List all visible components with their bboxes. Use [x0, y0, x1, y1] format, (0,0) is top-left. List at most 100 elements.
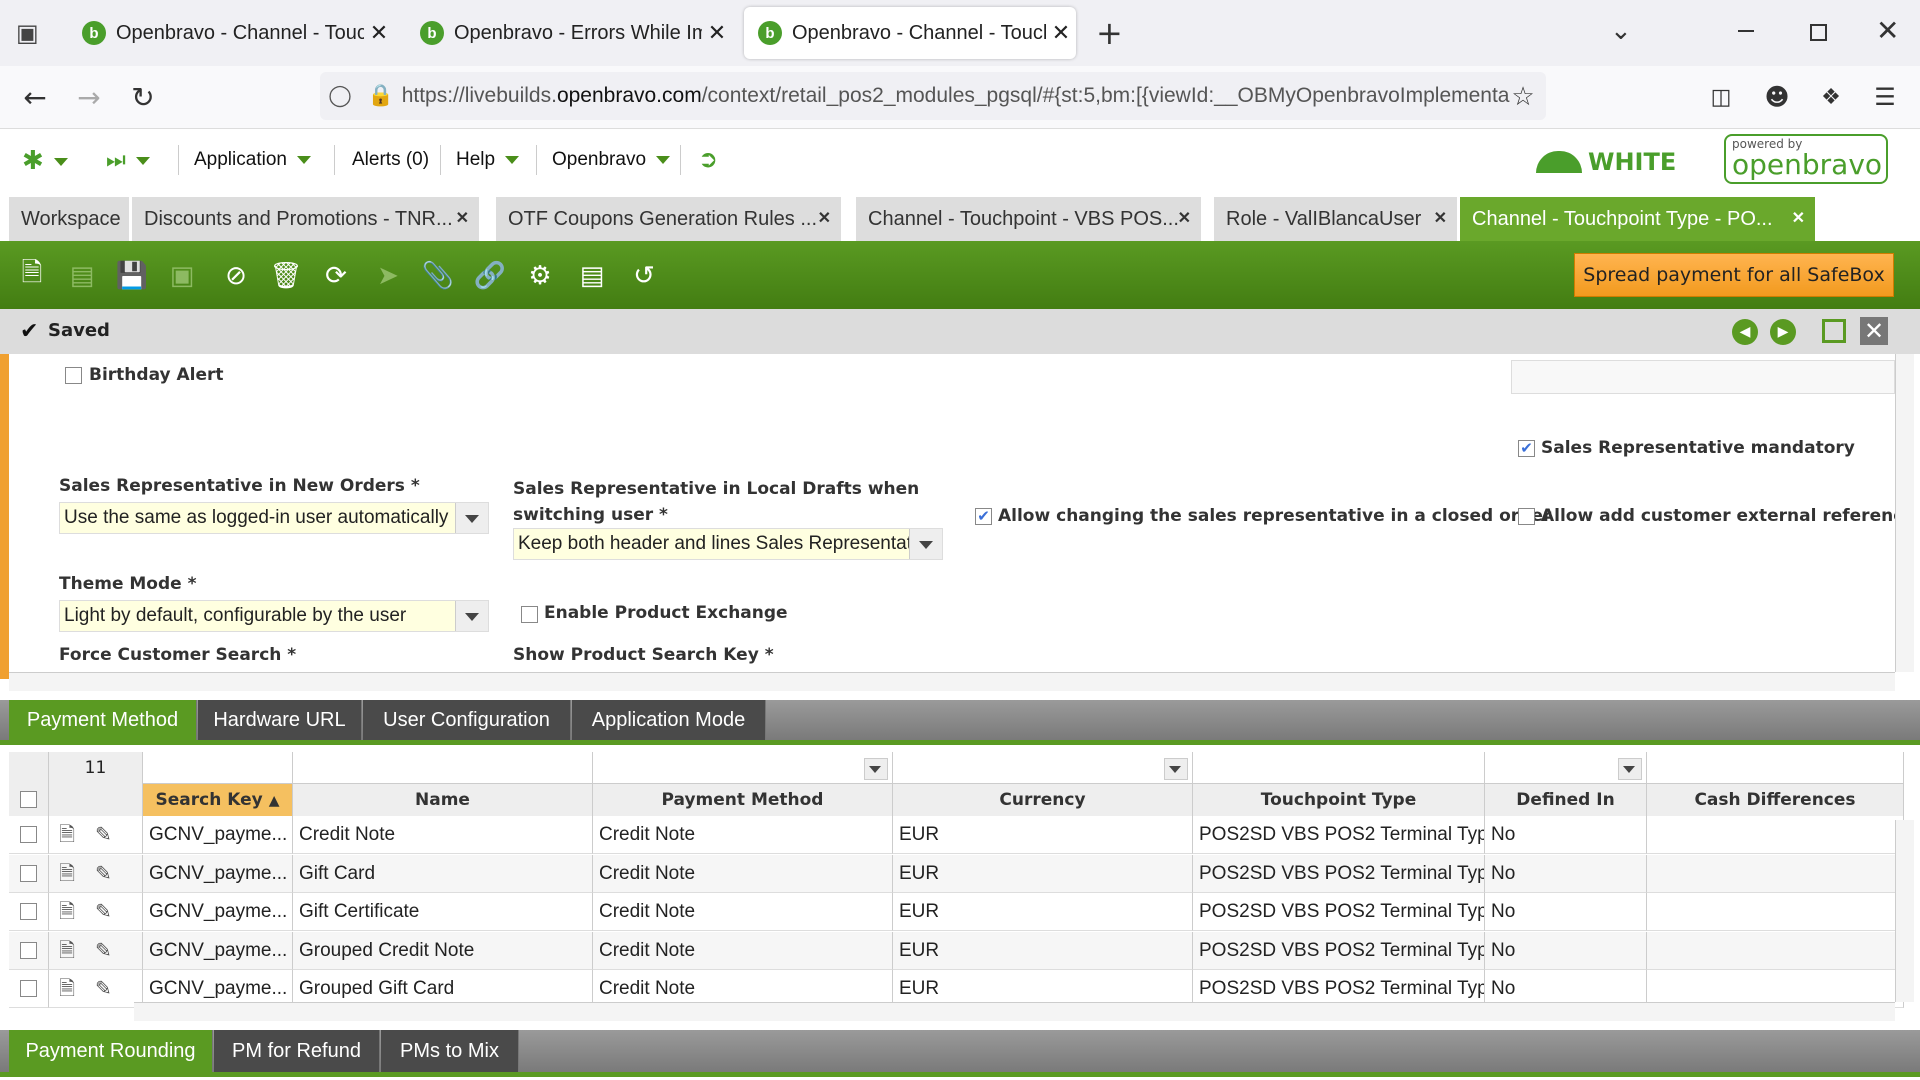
tab-channel-touchpoint-type[interactable]: Channel - Touchpoint Type - PO... ✕: [1460, 197, 1816, 241]
browser-tab-active[interactable]: b Openbravo - Channel - Touchpo ✕: [744, 7, 1076, 59]
tab-otf-coupons[interactable]: OTF Coupons Generation Rules ... ✕: [496, 197, 842, 241]
table-cell-touchpoint-type[interactable]: POS2SD VBS POS2 Terminal Type: [1193, 931, 1485, 970]
sales-rep-new-orders-select[interactable]: Use the same as logged-in user automatic…: [59, 502, 489, 534]
maximize-view-icon[interactable]: [1822, 319, 1846, 343]
grid-view-icon[interactable]: ▤: [572, 256, 612, 296]
delete-icon[interactable]: 🗑: [266, 256, 306, 296]
forward-icon[interactable]: →: [72, 80, 106, 114]
theme-mode-select[interactable]: Light by default, configurable by the us…: [59, 600, 489, 632]
tab-workspace[interactable]: Workspace: [9, 197, 130, 241]
table-cell-defined-in-safebox[interactable]: No: [1485, 931, 1647, 970]
open-form-icon[interactable]: 🗎: [59, 970, 75, 1007]
table-cell-currency[interactable]: EUR: [893, 893, 1193, 931]
table-cell-name[interactable]: Grouped Credit Note: [293, 931, 593, 970]
extensions-icon[interactable]: ❖: [1814, 80, 1848, 114]
chevron-down-icon[interactable]: [1164, 758, 1188, 780]
sales-rep-drafts-select[interactable]: Keep both header and lines Sales Represe…: [513, 528, 943, 560]
table-cell-touchpoint-type[interactable]: POS2SD VBS POS2 Terminal Type: [1193, 854, 1485, 893]
table-cell-payment-method[interactable]: Credit Note: [593, 893, 893, 931]
allow-add-customer-ref-checkbox[interactable]: [1518, 508, 1535, 525]
tab-payment-rounding[interactable]: Payment Rounding: [9, 1030, 213, 1072]
row-checkbox[interactable]: [20, 980, 37, 997]
grid-horizontal-scrollbar[interactable]: [134, 1002, 1895, 1021]
chevron-down-icon[interactable]: [864, 758, 888, 780]
row-checkbox[interactable]: [20, 864, 37, 882]
column-header-search-key[interactable]: Search Key ▲: [143, 784, 293, 816]
table-cell-touchpoint-type[interactable]: POS2SD VBS POS2 Terminal Type: [1193, 893, 1485, 931]
tab-role[interactable]: Role - ValIBlancaUser ✕: [1214, 197, 1458, 241]
open-form-icon[interactable]: 🗎: [59, 855, 75, 892]
help-menu[interactable]: Help: [456, 145, 520, 175]
table-cell-payment-method[interactable]: Credit Note: [593, 931, 893, 970]
link-icon[interactable]: 🔗: [470, 256, 510, 296]
undo-icon[interactable]: ⊘: [216, 256, 256, 296]
filter-payment-method[interactable]: [593, 752, 893, 784]
filter-cash-differences[interactable]: [1647, 752, 1904, 784]
tab-payment-method[interactable]: Payment Method: [9, 700, 197, 740]
tab-channel-touchpoint[interactable]: Channel - Touchpoint - VBS POS... ✕: [856, 197, 1202, 241]
birthday-alert-checkbox[interactable]: [65, 367, 82, 384]
tab-pm-for-refund[interactable]: PM for Refund: [214, 1030, 380, 1072]
close-tab-icon[interactable]: ✕: [1178, 197, 1191, 241]
tab-overview-icon[interactable]: ▣: [16, 19, 44, 47]
browser-tab[interactable]: b Openbravo - Errors While Impor ✕: [406, 7, 732, 59]
application-menu[interactable]: Application: [194, 145, 311, 175]
list-all-tabs-icon[interactable]: ⌄: [1610, 16, 1632, 46]
tab-application-mode[interactable]: Application Mode: [572, 700, 766, 740]
open-form-icon[interactable]: 🗎: [59, 932, 75, 969]
tab-hardware-url[interactable]: Hardware URL: [198, 700, 362, 740]
close-view-icon[interactable]: ✕: [1860, 317, 1888, 345]
allow-changing-sales-rep-checkbox[interactable]: ✔: [975, 508, 992, 525]
table-cell-search-key[interactable]: GCNV_payme...: [143, 893, 293, 931]
reload-icon[interactable]: ↻: [126, 80, 160, 114]
table-cell-search-key[interactable]: GCNV_payme...: [143, 931, 293, 970]
lock-icon[interactable]: 🔒: [366, 72, 396, 120]
table-cell-name[interactable]: Gift Card: [293, 854, 593, 893]
column-header-name[interactable]: Name: [293, 784, 593, 816]
edit-pencil-icon[interactable]: ✎: [95, 932, 112, 969]
previous-record-icon[interactable]: ◀: [1732, 319, 1758, 345]
column-header-currency[interactable]: Currency: [893, 784, 1193, 816]
attachment-icon[interactable]: 📎: [418, 256, 458, 296]
openbravo-menu[interactable]: Openbravo: [552, 145, 671, 175]
open-form-icon[interactable]: 🗎: [59, 893, 75, 930]
open-form-icon[interactable]: 🗎: [59, 816, 75, 853]
table-cell-cash-differences[interactable]: [1647, 931, 1904, 970]
alerts-menu[interactable]: Alerts (0): [352, 145, 429, 175]
chevron-down-icon[interactable]: [909, 529, 942, 559]
audit-trail-icon[interactable]: ⚙: [520, 256, 560, 296]
edit-pencil-icon[interactable]: ✎: [95, 855, 112, 892]
logout-icon[interactable]: ➲: [698, 145, 718, 175]
chevron-down-icon[interactable]: [1618, 758, 1642, 780]
table-cell-defined-in-safebox[interactable]: No: [1485, 854, 1647, 893]
url-bar[interactable]: ◯ 🔒 https://livebuilds.openbravo.com/con…: [320, 72, 1546, 120]
edit-pencil-icon[interactable]: ✎: [95, 970, 112, 1007]
new-row-icon[interactable]: ▤: [62, 256, 102, 296]
filter-search-key[interactable]: [143, 752, 293, 784]
table-cell-currency[interactable]: EUR: [893, 854, 1193, 893]
select-all-checkbox[interactable]: [20, 791, 37, 808]
column-header-defined-in-safebox[interactable]: Defined In Safebox: [1485, 784, 1647, 842]
close-tab-icon[interactable]: ✕: [818, 197, 831, 241]
bookmark-star-icon[interactable]: ☆: [1506, 80, 1540, 114]
table-cell-touchpoint-type[interactable]: POS2SD VBS POS2 Terminal Type: [1193, 816, 1485, 854]
tab-discounts-promotions[interactable]: Discounts and Promotions - TNR... ✕: [132, 197, 480, 241]
close-tab-icon[interactable]: ✕: [364, 20, 394, 46]
table-cell-cash-differences[interactable]: [1647, 893, 1904, 931]
column-header-payment-method[interactable]: Payment Method: [593, 784, 893, 816]
filter-name[interactable]: [293, 752, 593, 784]
edit-pencil-icon[interactable]: ✎: [95, 816, 112, 853]
save-icon[interactable]: 💾: [112, 256, 152, 296]
table-cell-defined-in-safebox[interactable]: No: [1485, 816, 1647, 854]
hidden-field-input[interactable]: [1511, 360, 1895, 394]
table-cell-currency[interactable]: EUR: [893, 816, 1193, 854]
shield-icon[interactable]: ◯: [320, 72, 360, 120]
recent-views-icon[interactable]: ⏭: [106, 145, 150, 175]
tab-user-configuration[interactable]: User Configuration: [363, 700, 571, 740]
enable-product-exchange-checkbox[interactable]: [521, 606, 538, 623]
table-cell-search-key[interactable]: GCNV_payme...: [143, 816, 293, 854]
chevron-down-icon[interactable]: [455, 503, 488, 533]
table-cell-name[interactable]: Credit Note: [293, 816, 593, 854]
table-cell-name[interactable]: Gift Certificate: [293, 893, 593, 931]
back-icon[interactable]: ←: [18, 80, 52, 114]
